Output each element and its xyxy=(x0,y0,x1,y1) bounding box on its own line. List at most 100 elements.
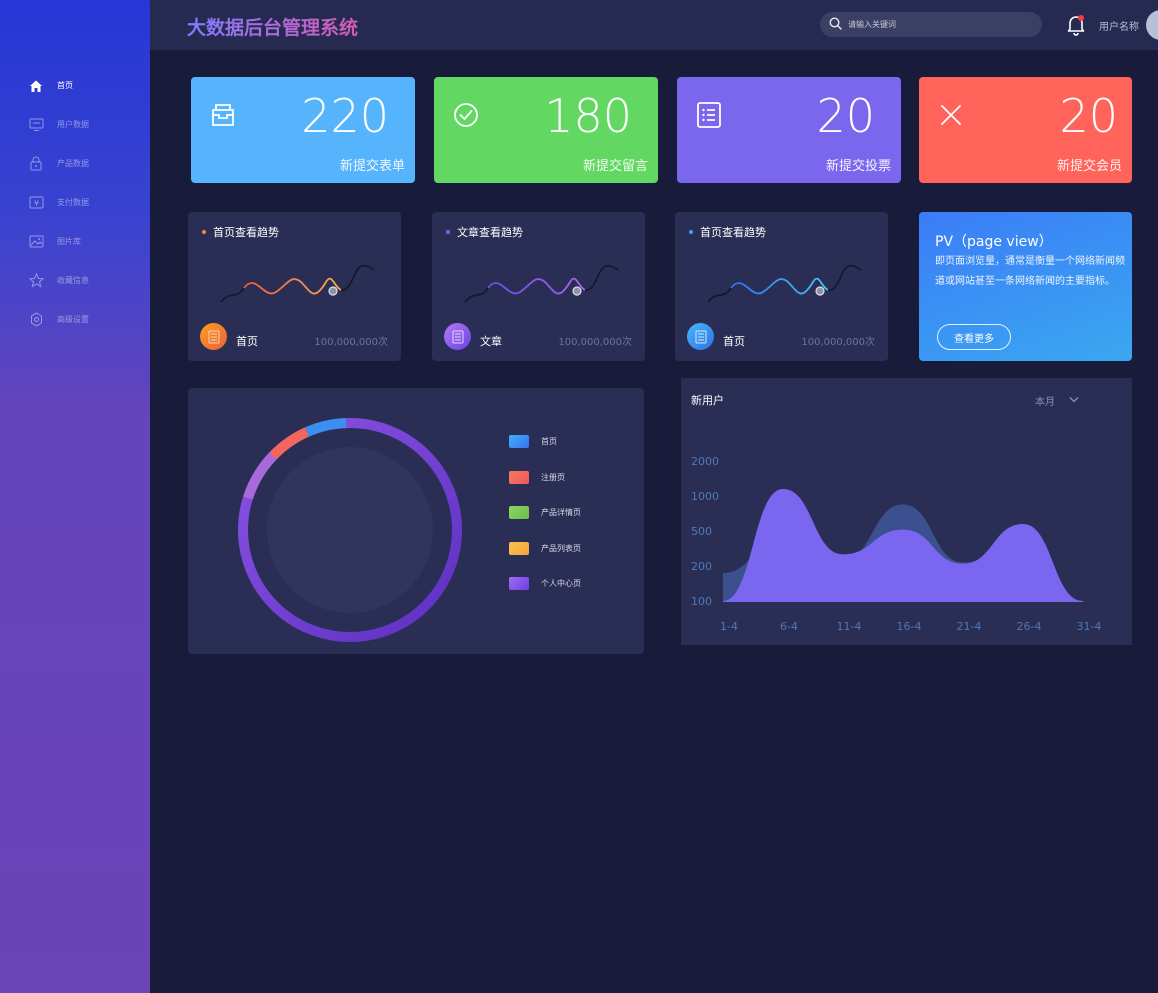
pv-title: PV（page view） xyxy=(935,234,1053,250)
x-tick-label: 1-4 xyxy=(720,620,738,633)
donut-chart xyxy=(238,418,462,642)
trend-title-text: 首页查看趋势 xyxy=(700,226,766,239)
sidebar-item-user-data[interactable]: 用户数据 xyxy=(0,105,150,144)
stat-card-members[interactable]: 20 新提交会员 xyxy=(919,77,1132,183)
sidebar-item-label: 高级设置 xyxy=(57,315,89,324)
legend-item: 个人中心页 xyxy=(509,577,581,613)
pv-description: 即页面浏览量，通常是衡量一个网络新闻频道或网站甚至一条网络新闻的主要指标。 xyxy=(935,256,1125,287)
legend-label: 个人中心页 xyxy=(541,579,581,588)
legend-label: 首页 xyxy=(541,437,557,446)
period-select[interactable]: 本月 xyxy=(1035,393,1079,408)
legend-swatch xyxy=(509,541,529,555)
trend-wave xyxy=(464,264,619,303)
stat-label: 新提交表单 xyxy=(339,159,405,174)
stat-value: 20 xyxy=(1059,89,1118,143)
legend-item: 产品详情页 xyxy=(509,506,581,542)
trend-title: 文章查看趋势 xyxy=(446,224,523,240)
donut-center xyxy=(267,447,433,613)
y-tick-label: 100 xyxy=(691,595,712,608)
document-icon xyxy=(444,323,471,350)
trend-name: 首页 xyxy=(723,335,745,348)
stat-card-forms[interactable]: 220 新提交表单 xyxy=(191,77,415,183)
monitor-icon xyxy=(28,117,44,133)
trend-name: 文章 xyxy=(480,335,502,348)
document-icon xyxy=(687,323,714,350)
trend-count: 100,000,000次 xyxy=(801,337,875,348)
stat-label: 新提交留言 xyxy=(582,159,648,174)
app-title: 大数据后台管理系统 xyxy=(187,13,358,40)
trend-title: 首页查看趋势 xyxy=(202,224,279,240)
sidebar-item-home[interactable]: 首页 xyxy=(0,66,150,105)
legend-item: 注册页 xyxy=(509,470,581,507)
sidebar-item-label: 图片库 xyxy=(57,237,81,246)
sidebar-item-payment-data[interactable]: ¥ 支付数据 xyxy=(0,183,150,222)
check-circle-icon xyxy=(452,101,480,129)
page-distribution-panel: 首页 注册页 产品详情页 产品列表页 个人中心页 xyxy=(188,388,644,654)
trend-title-text: 文章查看趋势 xyxy=(457,226,523,239)
bullet-dot xyxy=(202,230,206,234)
sidebar-item-product-data[interactable]: 产品数据 xyxy=(0,144,150,183)
x-tick-label: 31-4 xyxy=(1077,620,1102,633)
stat-label: 新提交投票 xyxy=(825,159,891,174)
trend-title: 首页查看趋势 xyxy=(689,224,766,240)
sidebar-item-gallery[interactable]: 图片库 xyxy=(0,222,150,261)
period-value: 本月 xyxy=(1035,397,1055,408)
x-tick-label: 16-4 xyxy=(897,620,922,633)
legend-label: 产品详情页 xyxy=(541,508,581,517)
user-name[interactable]: 用户名称 xyxy=(1099,18,1139,33)
donut-segment-product-list xyxy=(243,452,277,500)
sidebar-item-advanced-settings[interactable]: 高级设置 xyxy=(0,300,150,339)
stat-value: 20 xyxy=(816,89,875,143)
home-icon xyxy=(28,78,44,94)
trend-card-home-2[interactable]: 首页查看趋势 首页 100,000,000次 xyxy=(675,212,888,361)
legend-swatch xyxy=(509,435,529,448)
legend-swatch xyxy=(509,577,529,590)
document-icon xyxy=(200,323,227,350)
bullet-dot xyxy=(689,230,693,234)
donut-legend: 首页 注册页 产品详情页 产品列表页 个人中心页 xyxy=(509,435,581,613)
donut-segment-register xyxy=(269,427,310,460)
x-tick-label: 11-4 xyxy=(837,620,862,633)
stat-card-messages[interactable]: 180 新提交留言 xyxy=(434,77,658,183)
trend-count: 100,000,000次 xyxy=(314,337,388,348)
y-tick-label: 1000 xyxy=(691,490,719,503)
stat-value: 220 xyxy=(301,89,389,143)
legend-label: 注册页 xyxy=(541,472,565,482)
star-icon xyxy=(28,273,44,289)
sidebar-item-label: 收藏信息 xyxy=(57,276,89,285)
stat-label: 新提交会员 xyxy=(1056,159,1122,174)
avatar[interactable] xyxy=(1146,10,1158,40)
sidebar: 首页 用户数据 产品数据 ¥ 支付数据 图片库 收藏信息 高级设置 xyxy=(0,0,150,993)
view-more-button[interactable]: 查看更多 xyxy=(937,324,1011,350)
svg-text:¥: ¥ xyxy=(33,199,38,208)
yen-icon: ¥ xyxy=(28,195,44,211)
pv-info-card: PV（page view） 即页面浏览量，通常是衡量一个网络新闻频道或网站甚至一… xyxy=(919,212,1132,361)
search-icon xyxy=(829,15,842,34)
trend-card-article[interactable]: 文章查看趋势 文章 100,000,000次 xyxy=(432,212,645,361)
panel-title: 新用户 xyxy=(691,394,724,407)
trend-wave xyxy=(220,264,375,303)
y-tick-label: 2000 xyxy=(691,455,719,468)
trend-name: 首页 xyxy=(236,335,258,348)
bullet-dot xyxy=(446,230,450,234)
sidebar-item-label: 首页 xyxy=(57,81,73,90)
y-tick-label: 500 xyxy=(691,525,712,538)
stat-card-votes[interactable]: 20 新提交投票 xyxy=(677,77,901,183)
bell-icon[interactable] xyxy=(1066,14,1086,36)
image-icon xyxy=(28,234,44,250)
x-tick-label: 6-4 xyxy=(780,620,798,633)
search-input[interactable] xyxy=(848,20,1028,29)
settings-icon xyxy=(28,312,44,328)
inbox-icon xyxy=(209,101,237,129)
chevron-down-icon xyxy=(1069,395,1079,406)
sidebar-item-favorites[interactable]: 收藏信息 xyxy=(0,261,150,300)
trend-card-home[interactable]: 首页查看趋势 首页 100,000,000次 xyxy=(188,212,401,361)
search-box[interactable] xyxy=(820,12,1042,37)
x-tick-label: 21-4 xyxy=(957,620,982,633)
sidebar-nav: 首页 用户数据 产品数据 ¥ 支付数据 图片库 收藏信息 高级设置 xyxy=(0,66,150,339)
new-users-area-chart: 2000 1000 500 200 100 1-4 6-4 11-4 16-4 21-4 26-4 3… xyxy=(691,455,1102,633)
list-icon xyxy=(695,101,723,129)
x-tick-label: 26-4 xyxy=(1017,620,1042,633)
stat-value: 180 xyxy=(544,89,632,143)
y-tick-label: 200 xyxy=(691,560,712,573)
